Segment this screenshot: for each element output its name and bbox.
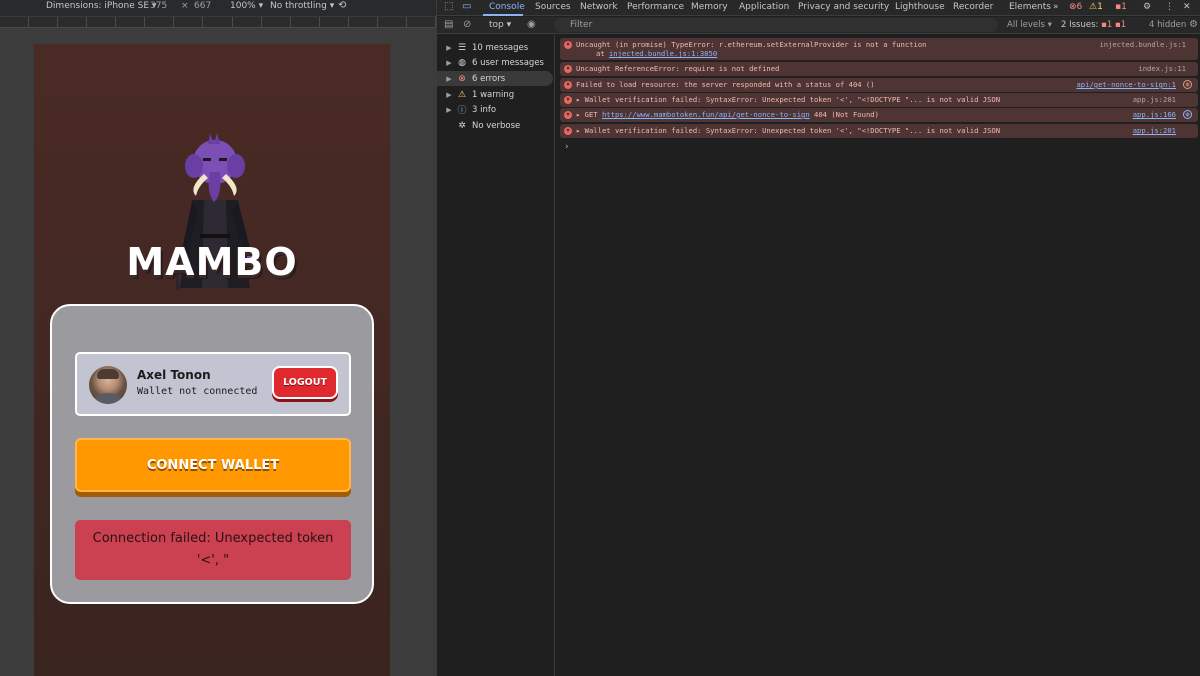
source-link[interactable]: api/get-nonce-to-sign:1 bbox=[1076, 80, 1176, 89]
wallet-card: Axel Tonon Wallet not connected LOGOUT C… bbox=[50, 304, 374, 604]
wallet-status: Wallet not connected bbox=[137, 386, 258, 397]
issues-button[interactable]: 2 Issues: ▪1 ▪1 bbox=[1061, 20, 1126, 30]
device-toggle-icon[interactable]: ▭ bbox=[462, 1, 471, 12]
context-select[interactable]: top ▾ bbox=[489, 20, 511, 30]
rotate-icon[interactable]: ⟲ bbox=[338, 0, 346, 11]
console-sidebar: ▶ ☰ 10 messages ▶ ◍ 6 user messages ▶ ⊗ 6 erro… bbox=[437, 35, 555, 676]
log-entry[interactable]: × ▸ Wallet verification failed: SyntaxEr… bbox=[560, 93, 1198, 107]
sidebar-item-user-messages[interactable]: ▶ ◍ 6 user messages bbox=[437, 55, 553, 70]
device-width[interactable]: 375 bbox=[150, 1, 167, 11]
brand-title: MAMBO bbox=[126, 240, 298, 284]
more-tabs-icon[interactable]: » bbox=[1053, 2, 1059, 12]
inspect-element-icon[interactable]: ⬚ bbox=[444, 1, 453, 12]
tab-performance[interactable]: Performance bbox=[627, 2, 684, 12]
sidebar-item-warnings[interactable]: ▶ ⚠ 1 warning bbox=[437, 87, 553, 102]
clear-console-icon[interactable]: ⊘ bbox=[463, 19, 471, 30]
avatar bbox=[89, 366, 127, 404]
console-settings-icon[interactable]: ⚙ bbox=[1189, 19, 1198, 30]
tab-privacy-security[interactable]: Privacy and security bbox=[798, 2, 889, 12]
source-link[interactable]: index.js:11 bbox=[1138, 64, 1186, 73]
source-link[interactable]: app.js:201 bbox=[1133, 126, 1176, 135]
eye-icon[interactable]: ◉ bbox=[527, 19, 536, 30]
console-toolbar: ▤ ⊘ top ▾ ◉ ⛛ All levels ▾ 2 Issues: ▪1 … bbox=[437, 17, 1200, 34]
tab-memory[interactable]: Memory bbox=[691, 2, 728, 12]
warning-count-badge[interactable]: ⚠1 bbox=[1089, 2, 1103, 12]
connection-error-message: Connection failed: Unexpected token '<',… bbox=[75, 520, 351, 580]
device-toolbar: Dimensions: iPhone SE ▾ 375 × 667 100% ▾… bbox=[0, 0, 436, 16]
user-icon: ◍ bbox=[458, 57, 466, 68]
log-entry[interactable]: × ▸ GET https://www.mambotoken.fun/api/g… bbox=[560, 108, 1198, 122]
filter-input[interactable] bbox=[554, 18, 998, 32]
console-prompt[interactable]: › bbox=[564, 142, 569, 152]
levels-select[interactable]: All levels ▾ bbox=[1007, 20, 1052, 30]
error-count-badge[interactable]: ⊗6 bbox=[1069, 2, 1082, 12]
tab-console[interactable]: Console bbox=[489, 2, 525, 12]
tab-elements[interactable]: Elements bbox=[1009, 2, 1051, 12]
error-icon: × bbox=[564, 111, 572, 119]
source-link[interactable]: injected.bundle.js:1 bbox=[1099, 40, 1186, 49]
request-url-link[interactable]: https://www.mambotoken.fun/api/get-nonce… bbox=[602, 110, 810, 119]
throttling-select[interactable]: No throttling ▾ bbox=[270, 1, 334, 11]
device-select[interactable]: Dimensions: iPhone SE ▾ bbox=[46, 1, 156, 11]
sidebar-item-messages[interactable]: ▶ ☰ 10 messages bbox=[437, 40, 553, 55]
hidden-count: 4 hidden bbox=[1149, 20, 1187, 30]
console-log: × Uncaught (in promise) TypeError: r.eth… bbox=[557, 35, 1200, 676]
settings-gear-icon[interactable]: ⚙ bbox=[1143, 2, 1151, 12]
error-icon: × bbox=[564, 41, 572, 49]
error-icon: × bbox=[564, 96, 572, 104]
devtools-panel: ⬚ ▭ Console Sources Network Performance … bbox=[436, 0, 1200, 676]
list-icon: ☰ bbox=[457, 42, 467, 53]
error-icon: ⊗ bbox=[458, 73, 466, 84]
tab-network[interactable]: Network bbox=[580, 2, 618, 12]
zoom-select[interactable]: 100% ▾ bbox=[230, 1, 263, 11]
bug-icon: ✲ bbox=[458, 120, 466, 131]
network-globe-icon[interactable]: ◍ bbox=[1183, 80, 1192, 89]
error-icon: × bbox=[564, 65, 572, 73]
source-link[interactable]: app.js:166 bbox=[1133, 110, 1176, 119]
tab-sources[interactable]: Sources bbox=[535, 2, 571, 12]
close-icon[interactable]: ✕ bbox=[1183, 2, 1191, 12]
sidebar-item-verbose[interactable]: ✲ No verbose bbox=[437, 118, 553, 133]
log-entry[interactable]: × Failed to load resource: the server re… bbox=[560, 78, 1198, 92]
sidebar-toggle-icon[interactable]: ▤ bbox=[444, 19, 453, 30]
tab-application[interactable]: Application bbox=[739, 2, 789, 12]
error-icon: × bbox=[564, 81, 572, 89]
connect-wallet-button[interactable]: CONNECT WALLET bbox=[75, 438, 351, 492]
device-height[interactable]: 667 bbox=[194, 1, 211, 11]
warning-icon: ⚠ bbox=[457, 89, 467, 100]
kebab-menu-icon[interactable]: ⋮ bbox=[1165, 2, 1174, 12]
sidebar-item-info[interactable]: ▶ ⓘ 3 info bbox=[437, 102, 553, 117]
log-entry[interactable]: × ▸ Wallet verification failed: SyntaxEr… bbox=[560, 124, 1198, 138]
log-entry[interactable]: × Uncaught (in promise) TypeError: r.eth… bbox=[560, 38, 1198, 60]
tab-lighthouse[interactable]: Lighthouse bbox=[895, 2, 945, 12]
error-icon: × bbox=[564, 127, 572, 135]
info-icon: ⓘ bbox=[457, 106, 467, 116]
network-globe-icon[interactable]: ◍ bbox=[1183, 110, 1192, 119]
user-name: Axel Tonon bbox=[137, 368, 211, 382]
logout-button[interactable]: LOGOUT bbox=[272, 366, 338, 399]
user-info-box: Axel Tonon Wallet not connected LOGOUT bbox=[75, 352, 351, 416]
source-link[interactable]: injected.bundle.js:1:3850 bbox=[609, 49, 717, 58]
issue-count-badge[interactable]: ▪1 bbox=[1115, 2, 1127, 12]
devtools-tab-bar: ⬚ ▭ Console Sources Network Performance … bbox=[437, 0, 1200, 16]
log-entry[interactable]: × Uncaught ReferenceError: require is no… bbox=[560, 62, 1198, 76]
sidebar-item-errors[interactable]: ▶ ⊗ 6 errors bbox=[437, 71, 553, 86]
device-emulation-pane: Dimensions: iPhone SE ▾ 375 × 667 100% ▾… bbox=[0, 0, 436, 676]
source-link[interactable]: app.js:201 bbox=[1133, 95, 1176, 104]
media-query-ruler[interactable] bbox=[0, 16, 436, 28]
tab-recorder[interactable]: Recorder bbox=[953, 2, 993, 12]
dimension-separator: × bbox=[181, 1, 189, 11]
phone-viewport: MAMBO Axel Tonon Wallet not connected LO… bbox=[34, 44, 390, 676]
